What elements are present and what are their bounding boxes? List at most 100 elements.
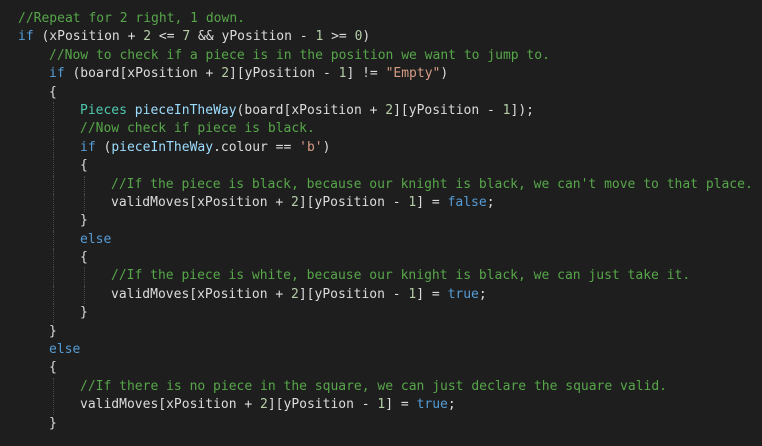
code-text: //Repeat for 2 right, 1 down. [18,10,245,28]
code-token: false [447,194,487,210]
code-line[interactable]: else [0,230,762,250]
code-token: ][yPosition - [298,194,409,210]
code-line[interactable]: else [0,341,762,359]
code-token: ; [486,194,495,210]
code-text: //If the piece is black, because our kni… [111,176,753,194]
code-text: //Now to check if a piece is in the posi… [49,47,550,65]
code-token: 2 [260,397,268,413]
indent-guide [53,230,54,250]
indent-guide [84,175,85,194]
code-token: else [80,231,112,247]
code-text: validMoves[xPosition + 2][yPosition - 1]… [111,286,487,304]
code-token: ) [440,66,449,82]
code-token: if [49,66,65,82]
code-token: //Now to check if a piece is in the posi… [49,47,550,63]
code-token: true [416,397,448,413]
code-line[interactable]: { [0,249,762,268]
code-text: } [80,212,88,230]
code-token: ( [95,139,112,155]
code-text: } [49,323,57,341]
code-text: Pieces pieceInTheWay(board[xPosition + 2… [80,102,534,120]
code-token: 2 [143,29,152,45]
indent-guide [53,267,54,286]
code-token: if [80,139,96,155]
code-token: ][yPosition - [298,286,409,302]
code-token: { [80,250,88,266]
code-line[interactable]: } [0,323,762,341]
code-line[interactable]: Pieces pieceInTheWay(board[xPosition + 2… [0,101,762,121]
code-text: //Now check if piece is black. [80,120,315,138]
code-token: if [18,29,34,45]
code-line[interactable]: validMoves[xPosition + 2][yPosition - 1]… [0,193,762,213]
indent-guide [84,285,85,305]
code-token: { [49,84,57,100]
code-line[interactable]: //If the piece is black, because our kni… [0,175,762,194]
code-line[interactable]: { [0,84,762,102]
code-token: ][yPosition - [393,102,503,118]
code-text: else [49,341,80,359]
code-token: 1 [502,102,511,118]
code-line[interactable]: //Repeat for 2 right, 1 down. [0,10,762,28]
code-token: pieceInTheWay [134,102,237,118]
code-token: pieceInTheWay [111,139,214,155]
code-token: ; [478,286,487,302]
code-editor[interactable]: //Repeat for 2 right, 1 down. if (xPositi… [0,0,762,446]
code-text: validMoves[xPosition + 2][yPosition - 1]… [111,194,495,212]
code-text: { [80,249,88,267]
code-view[interactable]: //Repeat for 2 right, 1 down. if (xPositi… [0,10,762,433]
code-line[interactable]: //If there is no piece in the square, we… [0,377,762,397]
code-line[interactable]: if (xPosition + 2 <= 7 && yPosition - 1 … [0,28,762,46]
code-token: { [80,158,88,174]
code-token: && yPosition - [190,29,316,45]
code-token: >= [323,29,355,45]
indent-guide [53,285,54,305]
code-text: validMoves[xPosition + 2][yPosition - 1]… [80,396,456,414]
code-token: ]); [510,102,534,118]
code-token: } [49,323,57,339]
code-line[interactable]: if (pieceInTheWay.colour == 'b') [0,138,762,158]
indent-guide [53,120,54,139]
indent-guide [53,212,54,231]
code-text: { [49,84,57,102]
indent-guide [53,101,54,121]
code-text: else [80,231,111,249]
code-line[interactable]: } [0,415,762,433]
code-token: validMoves[xPosition + [111,194,292,210]
code-line[interactable]: } [0,212,762,231]
code-text: { [49,359,57,377]
indent-guide [53,396,54,415]
code-token: validMoves[xPosition + [111,286,292,302]
code-token: //Repeat for 2 right, 1 down. [18,11,245,26]
indent-guide [53,377,54,397]
indent-guide [53,138,54,158]
code-token: 2 [291,194,299,210]
code-line[interactable]: //Now to check if a piece is in the posi… [0,47,762,65]
code-line[interactable]: if (board[xPosition + 2][yPosition - 1] … [0,65,762,83]
code-token: (xPosition + [33,29,144,45]
code-token: ; [447,397,456,413]
code-token: .colour == [213,139,300,155]
code-token: 2 [385,102,394,118]
indent-guide [53,249,54,268]
code-token: "Empty" [385,66,441,82]
code-token: ][yPosition - [229,66,339,82]
code-token: } [80,213,88,229]
code-token: 2 [291,286,299,302]
code-line[interactable]: //If the piece is white, because our kni… [0,267,762,286]
code-text: if (xPosition + 2 <= 7 && yPosition - 1 … [18,28,370,46]
code-token: //If the piece is black, because our kni… [111,176,753,192]
code-line[interactable]: validMoves[xPosition + 2][yPosition - 1]… [0,396,762,415]
code-token: else [49,342,81,358]
code-line[interactable]: { [0,359,762,377]
code-token: } [80,305,88,321]
code-token: 2 [221,66,230,82]
code-line[interactable]: validMoves[xPosition + 2][yPosition - 1]… [0,285,762,305]
code-line[interactable]: { [0,157,762,176]
code-token: ) [362,29,371,45]
code-line[interactable]: } [0,304,762,323]
code-token: //If the piece is white, because our kni… [111,268,691,284]
code-text: //If there is no piece in the square, we… [80,378,667,396]
code-line[interactable]: //Now check if piece is black. [0,120,762,139]
code-token: //If there is no piece in the square, we… [80,378,667,394]
